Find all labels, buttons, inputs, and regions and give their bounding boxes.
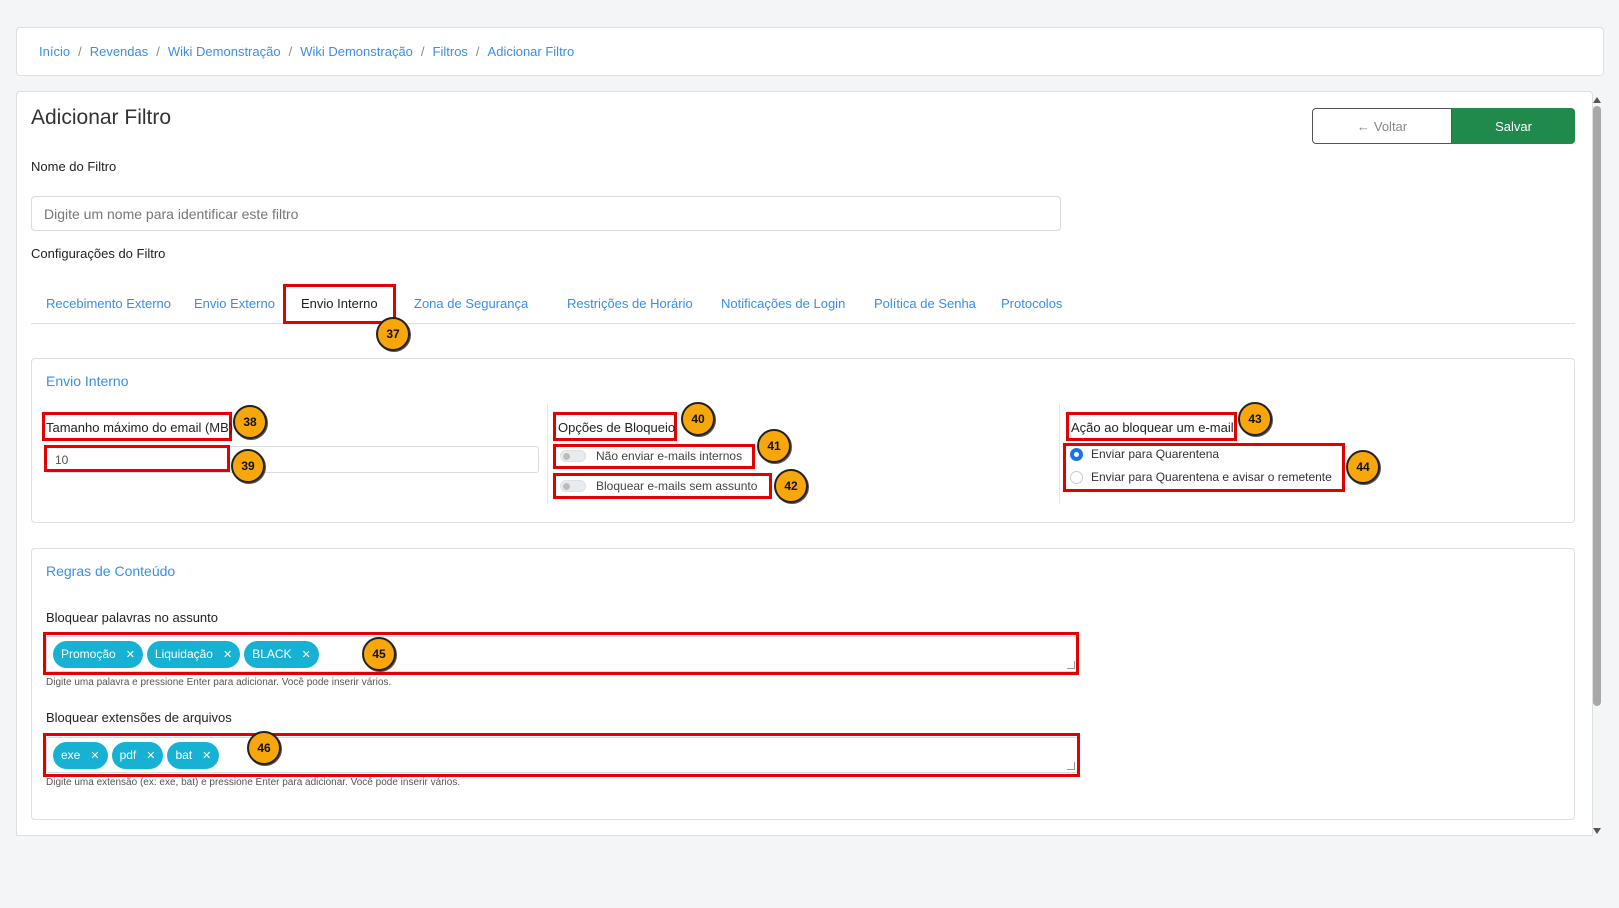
radio-label: Enviar para Quarentena [1091, 447, 1220, 461]
page-title: Adicionar Filtro [31, 106, 172, 129]
annotation-badge: 41 [757, 429, 791, 463]
back-button[interactable]: ← Voltar [1312, 108, 1452, 144]
tab-notificacoes-login[interactable]: Notificações de Login [721, 284, 845, 324]
tab-zona-seguranca[interactable]: Zona de Segurança [414, 284, 528, 324]
toggle-label: Bloquear e-mails sem assunto [596, 479, 758, 493]
toggle-label: Não enviar e-mails internos [596, 449, 743, 463]
filter-name-label: Nome do Filtro [31, 159, 117, 174]
annotation-badge: 37 [376, 317, 410, 351]
breadcrumb-separator: / [475, 44, 480, 59]
main-card: Adicionar Filtro ← Voltar Salvar Nome do… [16, 91, 1593, 836]
toggle-no-subject[interactable]: Bloquear e-mails sem assunto [560, 476, 757, 496]
annotation-badge: 40 [681, 402, 715, 436]
radio-label: Enviar para Quarentena e avisar o remete… [1091, 470, 1332, 484]
arrow-left-icon: ← [1356, 118, 1370, 134]
radio-quarantine[interactable]: Enviar para Quarentena [1070, 447, 1219, 461]
scroll-down-icon[interactable] [1593, 828, 1601, 834]
scroll-thumb[interactable] [1593, 106, 1601, 706]
toggle-switch[interactable] [560, 480, 586, 492]
column-divider [1059, 404, 1060, 504]
tab-recebimento-externo[interactable]: Recebimento Externo [46, 284, 171, 324]
annotation-badge: 45 [362, 637, 396, 671]
file-extensions-help: Digite uma extensão (ex: exe, bat) e pre… [46, 777, 461, 788]
breadcrumb-inicio[interactable]: Início [39, 44, 70, 59]
annotation-box [44, 445, 230, 472]
content-rules-title: Regras de Conteúdo [46, 563, 176, 579]
block-options-label: Opções de Bloqueio [558, 420, 676, 435]
breadcrumb-separator: / [156, 44, 160, 59]
file-extensions-label: Bloquear extensões de arquivos [46, 710, 232, 725]
breadcrumb-adicionar-filtro[interactable]: Adicionar Filtro [488, 44, 575, 59]
toggle-no-internal[interactable]: Não enviar e-mails internos [560, 446, 742, 466]
tab-envio-externo[interactable]: Envio Externo [194, 284, 275, 324]
breadcrumb-separator: / [420, 44, 425, 59]
tab-restricoes-horario[interactable]: Restrições de Horário [567, 284, 693, 324]
subject-words-help: Digite uma palavra e pressione Enter par… [46, 677, 392, 688]
annotation-badge: 42 [774, 469, 808, 503]
page-scrollbar[interactable] [1590, 91, 1604, 836]
breadcrumb: Início / Revendas / Wiki Demonstração / … [16, 27, 1604, 76]
action-buttons: ← Voltar Salvar [1312, 108, 1575, 144]
annotation-badge: 46 [247, 731, 281, 765]
envio-interno-section: Envio Interno Tamanho máximo do email (M… [31, 358, 1575, 523]
breadcrumb-revendas[interactable]: Revendas [90, 44, 149, 59]
annotation-badge: 43 [1238, 402, 1272, 436]
breadcrumb-wiki-2[interactable]: Wiki Demonstração [300, 44, 413, 59]
tab-envio-interno[interactable]: Envio Interno [283, 284, 396, 324]
tab-politica-senha[interactable]: Política de Senha [874, 284, 976, 324]
config-tabs: Recebimento Externo Envio Externo Envio … [31, 284, 1575, 324]
filter-name-input[interactable]: Digite um nome para identificar este fil… [31, 196, 1061, 231]
annotation-box [43, 632, 1079, 675]
annotation-badge: 38 [233, 405, 267, 439]
annotation-box [43, 733, 1080, 777]
envio-interno-title: Envio Interno [46, 373, 129, 389]
breadcrumb-wiki-1[interactable]: Wiki Demonstração [168, 44, 281, 59]
back-button-label: Voltar [1373, 118, 1408, 134]
radio-button[interactable] [1070, 447, 1083, 461]
toggle-switch[interactable] [560, 450, 586, 462]
radio-quarantine-notify[interactable]: Enviar para Quarentena e avisar o remete… [1070, 470, 1332, 484]
tab-protocolos[interactable]: Protocolos [1001, 284, 1062, 324]
annotation-badge: 39 [231, 449, 265, 483]
content-rules-section: Regras de Conteúdo Bloquear palavras no … [31, 548, 1575, 820]
breadcrumb-separator: / [78, 44, 82, 59]
breadcrumb-separator: / [288, 44, 293, 59]
annotation-badge: 44 [1346, 450, 1380, 484]
filter-config-label: Configurações do Filtro [31, 246, 166, 261]
subject-words-label: Bloquear palavras no assunto [46, 610, 219, 625]
max-size-label: Tamanho máximo do email (MB) [46, 420, 234, 435]
save-button[interactable]: Salvar [1452, 108, 1575, 144]
scroll-up-icon[interactable] [1593, 97, 1601, 103]
radio-button[interactable] [1070, 470, 1083, 484]
breadcrumb-filtros[interactable]: Filtros [433, 44, 468, 59]
column-divider [547, 404, 548, 504]
block-action-label: Ação ao bloquear um e-mail [1071, 420, 1234, 435]
